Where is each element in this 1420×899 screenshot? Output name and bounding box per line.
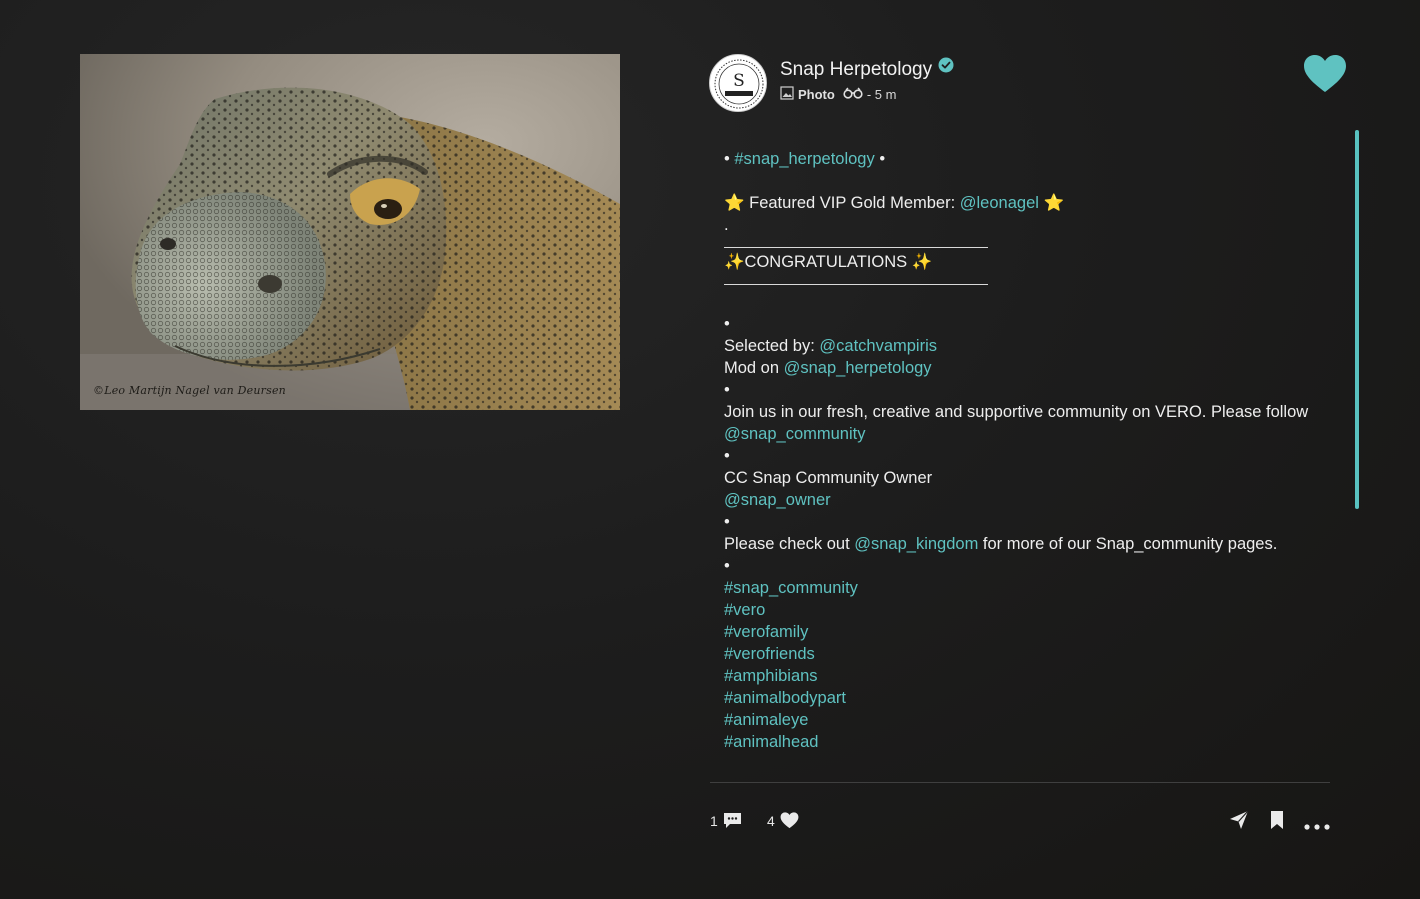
hashtag-link[interactable]: #verofriends: [724, 643, 1314, 665]
caption-line: •: [724, 557, 730, 575]
photo-type-icon: [780, 86, 794, 103]
caption-line: •: [724, 513, 730, 531]
post-caption: • #snap_herpetology • ⭐ Featured VIP Gol…: [724, 148, 1314, 780]
caption-line: Please check out @snap_kingdom for more …: [724, 535, 1278, 553]
comment-icon: [723, 813, 741, 828]
photo-watermark: ©Leo Martijn Nagel van Deursen: [93, 384, 286, 397]
hashtag-link[interactable]: #amphibians: [724, 665, 1314, 687]
hashtag-link[interactable]: #vero: [724, 599, 1314, 621]
more-options-button[interactable]: [1304, 817, 1330, 835]
likes-count: 4: [767, 812, 775, 829]
caption-line: •: [724, 447, 730, 465]
mention-link[interactable]: @leonagel: [960, 194, 1039, 212]
snap-logo-icon: S: [712, 57, 766, 111]
caption-line: •: [724, 381, 730, 399]
likes-button[interactable]: 4: [767, 812, 799, 829]
mention-link[interactable]: @catchvampiris: [819, 337, 937, 355]
mention-link[interactable]: @snap_owner: [724, 491, 831, 509]
svg-text:S: S: [733, 71, 745, 91]
caption-line: Selected by: @catchvampiris: [724, 337, 938, 355]
share-button[interactable]: [1229, 810, 1249, 835]
caption-line: ✨CONGRATULATIONS ✨: [724, 253, 933, 271]
hashtag-link[interactable]: #animaleye: [724, 709, 1314, 731]
caption-line: •: [724, 315, 730, 333]
comments-count: 1: [710, 812, 718, 829]
caption-line: .: [724, 216, 729, 234]
more-dots-icon: [1304, 824, 1330, 830]
caption-line: @snap_owner: [724, 489, 1314, 511]
caption-line: CC Snap Community Owner: [724, 469, 933, 487]
avatar[interactable]: S: [709, 54, 767, 112]
author-name[interactable]: Snap Herpetology: [780, 57, 954, 81]
post-footer: 1 4: [710, 808, 1332, 836]
post-meta: Photo - 5 m: [780, 86, 896, 103]
mention-link[interactable]: @snap_community: [724, 425, 865, 443]
caption-line: ⭐ Featured VIP Gold Member: @leonagel ⭐: [724, 194, 1065, 212]
caption-line: Mod on @snap_herpetology: [724, 359, 932, 377]
mention-link[interactable]: @snap_kingdom: [854, 535, 978, 553]
footer-divider: [710, 782, 1330, 783]
post-photo[interactable]: ©Leo Martijn Nagel van Deursen: [80, 54, 620, 410]
author-name-text[interactable]: Snap Herpetology: [780, 59, 932, 80]
caption-line: • #snap_herpetology •: [724, 150, 886, 168]
caption-line: Join us in our fresh, creative and suppo…: [724, 403, 1309, 443]
send-icon: [1230, 810, 1249, 829]
post-type-label: Photo: [798, 87, 835, 102]
verified-badge-icon: [938, 57, 954, 79]
caption-scrollbar[interactable]: [1355, 130, 1359, 509]
post-time: - 5 m: [866, 87, 897, 102]
hashtag-link[interactable]: #snap_community: [724, 577, 1314, 599]
binoculars-icon: [843, 87, 863, 102]
mention-link[interactable]: @snap_herpetology: [784, 359, 932, 377]
heart-icon: [780, 812, 799, 829]
hashtag-link[interactable]: #verofamily: [724, 621, 1314, 643]
hashtag-link[interactable]: #animalbodypart: [724, 687, 1314, 709]
bookmark-icon: [1271, 811, 1283, 829]
like-button[interactable]: [1303, 54, 1347, 99]
komodo-dragon-image: [80, 54, 620, 410]
bookmark-button[interactable]: [1270, 810, 1284, 835]
comments-button[interactable]: 1: [710, 812, 742, 829]
hashtag-link[interactable]: #animalhead: [724, 731, 1314, 753]
hashtag-link[interactable]: #snap_herpetology: [734, 150, 874, 168]
heart-icon: [1304, 55, 1346, 92]
